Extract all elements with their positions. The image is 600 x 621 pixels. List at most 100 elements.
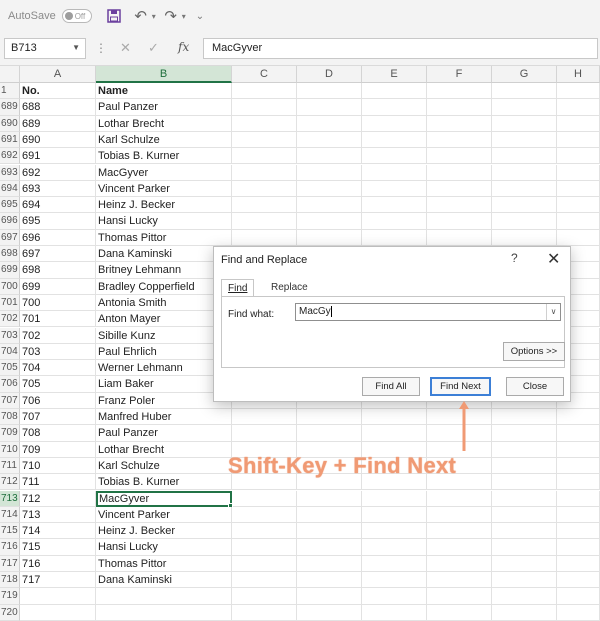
empty-cell[interactable] [297, 555, 362, 572]
tab-replace[interactable]: Replace [265, 279, 314, 296]
row-header[interactable]: 696 [0, 213, 20, 230]
empty-cell[interactable] [232, 83, 297, 100]
empty-cell[interactable] [362, 99, 427, 116]
save-icon[interactable] [106, 6, 122, 26]
empty-cell[interactable] [492, 506, 557, 524]
select-all-corner[interactable] [0, 66, 20, 83]
cell-number[interactable]: 689 [20, 115, 96, 132]
row-header[interactable]: 707 [0, 392, 20, 409]
column-header-h[interactable]: H [557, 66, 600, 83]
row-header[interactable]: 697 [0, 229, 20, 246]
empty-cell[interactable] [297, 99, 362, 116]
empty-cell[interactable] [557, 99, 600, 116]
row-header[interactable]: 690 [0, 115, 20, 132]
empty-cell[interactable] [297, 197, 362, 214]
row-header[interactable]: 691 [0, 131, 20, 149]
empty-cell[interactable] [492, 588, 557, 605]
customize-toolbar-icon[interactable]: ⌄ [196, 11, 204, 22]
cell-name[interactable]: Vincent Parker [96, 180, 232, 198]
row-header[interactable]: 719 [0, 588, 20, 605]
empty-cell[interactable] [232, 555, 297, 572]
empty-cell[interactable] [232, 425, 297, 442]
row-header[interactable]: 716 [0, 539, 20, 556]
find-next-button[interactable]: Find Next [430, 377, 491, 396]
empty-cell[interactable] [362, 588, 427, 605]
empty-cell[interactable] [232, 229, 297, 246]
formula-input[interactable]: MacGyver [203, 38, 598, 59]
cell-number[interactable]: 713 [20, 506, 96, 524]
cell-number[interactable]: 692 [20, 164, 96, 181]
row-header[interactable]: 704 [0, 343, 20, 361]
empty-cell[interactable] [427, 523, 492, 540]
cell-name[interactable]: Dana Kaminski [96, 246, 232, 263]
empty-cell[interactable] [232, 588, 297, 605]
empty-cell[interactable] [362, 213, 427, 230]
empty-cell[interactable] [557, 131, 600, 149]
column-header-a[interactable]: A [20, 66, 96, 83]
cell-name[interactable]: Heinz J. Becker [96, 523, 232, 540]
empty-cell[interactable] [492, 490, 557, 507]
cell-number[interactable]: 708 [20, 425, 96, 442]
empty-cell[interactable] [362, 490, 427, 507]
empty-cell[interactable] [557, 409, 600, 426]
row-header[interactable]: 703 [0, 327, 20, 344]
empty-cell[interactable] [427, 213, 492, 230]
empty-cell[interactable] [362, 229, 427, 246]
cell-number[interactable]: 716 [20, 555, 96, 572]
empty-cell[interactable] [232, 539, 297, 556]
cell-number[interactable]: 697 [20, 246, 96, 263]
options-button[interactable]: Options >> [503, 342, 565, 361]
cell-name[interactable]: Sibille Kunz [96, 327, 232, 344]
cell-name[interactable]: Lothar Brecht [96, 441, 232, 458]
empty-cell[interactable] [362, 425, 427, 442]
undo-icon[interactable]: ↶ [132, 6, 150, 26]
empty-cell[interactable] [427, 490, 492, 507]
more-options-icon[interactable]: ⋮ [95, 41, 107, 55]
row-header[interactable]: 713 [0, 490, 20, 507]
empty-cell[interactable] [362, 506, 427, 524]
empty-cell[interactable] [297, 490, 362, 507]
empty-cell[interactable] [232, 148, 297, 165]
empty-cell[interactable] [362, 180, 427, 198]
cell-name[interactable]: Paul Panzer [96, 99, 232, 116]
enter-icon[interactable]: ✓ [148, 40, 159, 56]
cell-name[interactable]: Karl Schulze [96, 131, 232, 149]
column-header-f[interactable]: F [427, 66, 492, 83]
row-header[interactable]: 706 [0, 376, 20, 393]
cell-number[interactable]: 688 [20, 99, 96, 116]
empty-cell[interactable] [557, 229, 600, 246]
cell-name[interactable]: Lothar Brecht [96, 115, 232, 132]
help-button[interactable]: ? [511, 251, 518, 265]
cell-number[interactable]: 704 [20, 360, 96, 377]
empty-cell[interactable] [492, 523, 557, 540]
empty-cell[interactable] [427, 83, 492, 100]
cell-number[interactable]: 693 [20, 180, 96, 198]
empty-cell[interactable] [492, 148, 557, 165]
column-header-g[interactable]: G [492, 66, 557, 83]
empty-cell[interactable] [232, 572, 297, 589]
empty-cell[interactable] [557, 180, 600, 198]
close-button[interactable]: Close [506, 377, 564, 396]
row-header[interactable]: 1 [0, 83, 20, 100]
cell-name[interactable]: Britney Lehmann [96, 262, 232, 279]
cell-name[interactable]: Paul Panzer [96, 425, 232, 442]
empty-cell[interactable] [297, 131, 362, 149]
cell-name[interactable]: Hansi Lucky [96, 539, 232, 556]
empty-cell[interactable] [492, 180, 557, 198]
empty-cell[interactable] [427, 555, 492, 572]
empty-cell[interactable] [427, 115, 492, 132]
empty-cell[interactable] [492, 409, 557, 426]
cell-number[interactable]: 699 [20, 278, 96, 295]
empty-cell[interactable] [427, 588, 492, 605]
empty-cell[interactable] [557, 539, 600, 556]
empty-cell[interactable] [492, 441, 557, 458]
empty-cell[interactable] [427, 197, 492, 214]
cell-number[interactable]: No. [20, 83, 96, 100]
empty-cell[interactable] [492, 115, 557, 132]
row-header[interactable]: 700 [0, 278, 20, 295]
cell-number[interactable]: 691 [20, 148, 96, 165]
empty-cell[interactable] [492, 555, 557, 572]
cell-name[interactable]: Heinz J. Becker [96, 197, 232, 214]
empty-cell[interactable] [557, 164, 600, 181]
empty-cell[interactable] [427, 229, 492, 246]
